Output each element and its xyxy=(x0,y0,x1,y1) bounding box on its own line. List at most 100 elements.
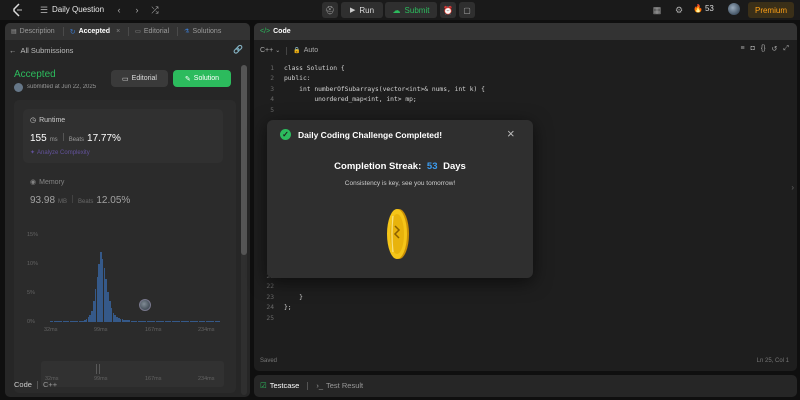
x-tick: 234ms xyxy=(198,327,215,333)
check-circle-icon: ✓ xyxy=(280,129,291,140)
submit-button[interactable]: ☁ Submit xyxy=(385,2,437,18)
divider xyxy=(72,195,74,203)
x-tick: 99ms xyxy=(94,376,108,382)
histogram-bar xyxy=(218,321,220,322)
chip-icon: ◉ xyxy=(30,179,37,186)
scrollbar[interactable] xyxy=(241,65,247,395)
submit-label: Submit xyxy=(404,5,430,15)
code-text: public: xyxy=(284,75,311,83)
cursor-position: Ln 25, Col 1 xyxy=(756,358,789,364)
divider xyxy=(286,46,288,55)
editorial-button[interactable]: ▭ Editorial xyxy=(111,70,168,87)
divider xyxy=(62,27,64,36)
modal-title: Daily Coding Challenge Completed! xyxy=(298,130,443,140)
memory-unit: MB xyxy=(58,199,68,205)
layout-icon[interactable]: ▦ xyxy=(650,3,664,17)
testcase-panel: ☑ Testcase ›_ Test Result xyxy=(254,375,797,397)
problem-list-icon[interactable]: ☰ xyxy=(37,3,51,17)
reset-icon[interactable]: ↺ xyxy=(772,45,778,53)
tab-testcase[interactable]: ☑ Testcase xyxy=(260,381,299,390)
tab-description[interactable]: ▤ Description xyxy=(11,28,55,35)
runtime-beats: 17.77% xyxy=(87,133,121,144)
timer-icon[interactable]: ⏰ xyxy=(440,2,456,18)
memory-title: Memory xyxy=(39,178,65,186)
auto-mode[interactable]: 🔒 Auto xyxy=(293,47,318,54)
language-select[interactable]: C++ ⌄ xyxy=(260,47,280,54)
memory-card[interactable]: ◉ Memory 93.98 MB Beats 12.05% xyxy=(23,171,223,211)
checkbox-icon: ☑ xyxy=(260,381,267,390)
prev-icon[interactable]: ‹ xyxy=(112,3,126,17)
sparkle-icon: ✦ xyxy=(30,150,36,156)
submission-time: submitted at Jun 22, 2025 xyxy=(27,84,97,90)
logo-icon[interactable] xyxy=(11,3,23,17)
fullscreen-icon[interactable]: ⤢ xyxy=(783,45,789,53)
divider xyxy=(128,27,130,36)
document-icon: ▤ xyxy=(11,29,17,35)
runtime-card[interactable]: ◷ Runtime 155 ms Beats 17.77% ✦ Analyze … xyxy=(23,109,223,163)
debug-button[interactable]: ⛑ xyxy=(322,2,338,18)
braces-icon[interactable]: {} xyxy=(761,45,766,53)
next-icon[interactable]: › xyxy=(130,3,144,17)
streak-count: 53 xyxy=(704,4,714,13)
code-text: class Solution { xyxy=(284,65,345,72)
play-icon: ▶ xyxy=(349,7,356,14)
avatar[interactable] xyxy=(728,3,740,15)
format-icon[interactable]: ≡ xyxy=(741,45,745,53)
histogram-bars xyxy=(50,238,220,322)
divider xyxy=(36,380,38,389)
code-text: }; xyxy=(284,304,292,312)
shuffle-icon[interactable]: ⤮ xyxy=(148,3,162,17)
line-number: 5 xyxy=(270,106,274,114)
x-tick: 99ms xyxy=(94,327,108,333)
divider xyxy=(62,133,64,141)
arrow-left-icon: ← xyxy=(9,46,17,55)
runtime-distribution-chart[interactable]: 15% 10% 5% 0% 32ms 99ms 167ms 234ms 32ms… xyxy=(23,228,228,388)
line-number: 2 xyxy=(270,75,274,83)
memory-beats: 12.05% xyxy=(96,195,131,206)
range-slider[interactable]: 32ms 99ms 167ms 234ms xyxy=(41,361,224,387)
code-line: 3 int numberOfSubarrays(vector<int>& num… xyxy=(254,85,784,95)
close-icon[interactable]: × xyxy=(507,126,515,141)
submission-status: Accepted xyxy=(14,69,56,80)
code-line: 25 xyxy=(254,314,303,324)
premium-button[interactable]: Premium xyxy=(748,2,794,18)
line-number: 23 xyxy=(266,293,274,301)
y-tick: 15% xyxy=(27,232,39,238)
flask-icon: ⚗ xyxy=(184,29,190,35)
resize-handle-icon[interactable]: › xyxy=(791,183,794,192)
tab-test-result[interactable]: ›_ Test Result xyxy=(316,381,363,390)
tab-solutions[interactable]: ⚗ Solutions xyxy=(184,28,221,35)
edit-icon: ✎ xyxy=(184,75,191,83)
run-button[interactable]: ▶ Run xyxy=(341,2,383,18)
code-line: 1 class Solution { xyxy=(254,64,784,74)
code-text: int numberOfSubarrays(vector<int>& nums,… xyxy=(284,85,485,93)
code-line: 2 public: xyxy=(254,74,784,84)
close-icon[interactable]: × xyxy=(116,28,120,35)
code-section-header: Code C++ xyxy=(14,380,58,389)
terminal-icon: ›_ xyxy=(316,381,324,390)
code-line: 23 } xyxy=(254,293,303,303)
scrollbar-thumb[interactable] xyxy=(241,65,247,255)
code-line: 22 xyxy=(254,282,303,292)
all-submissions-link[interactable]: ← All Submissions xyxy=(9,46,73,55)
analyze-complexity-link[interactable]: ✦ Analyze Complexity xyxy=(30,149,90,157)
fire-icon: 🔥 xyxy=(693,4,703,13)
daily-question-title[interactable]: Daily Question xyxy=(52,5,104,14)
link-icon[interactable]: 🔗 xyxy=(233,45,243,54)
challenge-complete-modal: ✓ Daily Coding Challenge Completed! × Co… xyxy=(267,120,533,278)
tab-editorial[interactable]: ▭ Editorial xyxy=(135,28,169,35)
tab-code[interactable]: </> Code xyxy=(260,28,291,35)
chevron-down-icon: ⌄ xyxy=(275,48,281,54)
bookmark-icon[interactable]: ◘ xyxy=(751,45,755,53)
your-submission-marker xyxy=(139,299,151,311)
modal-subtitle: Consistency is key, see you tomorrow! xyxy=(344,180,456,187)
solution-button[interactable]: ✎ Solution xyxy=(173,70,231,87)
settings-icon[interactable]: ⚙ xyxy=(672,3,686,17)
tab-accepted[interactable]: ↻ Accepted × xyxy=(70,28,120,36)
memory-value: 93.98 xyxy=(30,195,56,206)
notes-icon[interactable]: ▢ xyxy=(459,2,475,18)
slider-handle[interactable] xyxy=(96,364,100,374)
coin-icon xyxy=(386,208,410,262)
book-icon: ▭ xyxy=(135,29,141,35)
streak-indicator[interactable]: 🔥 53 xyxy=(693,4,714,13)
